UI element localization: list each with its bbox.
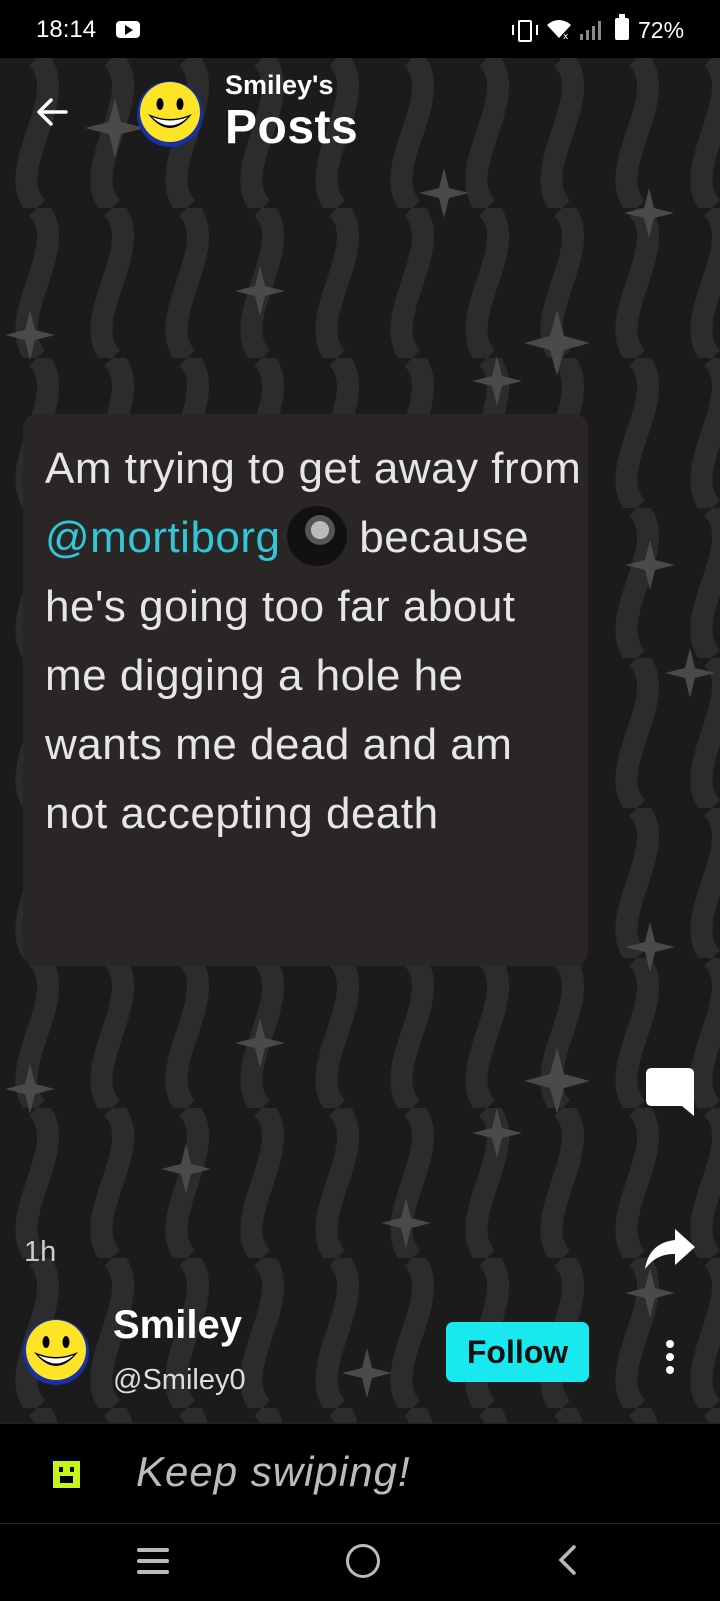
signal-icon: [580, 21, 601, 40]
more-options-icon[interactable]: [660, 1340, 680, 1380]
status-time: 18:14: [36, 16, 97, 43]
system-nav-bar: [0, 1523, 720, 1601]
back-arrow-icon[interactable]: [34, 94, 70, 130]
smiley-avatar[interactable]: [136, 80, 204, 148]
post-text-before: Am trying to get away from: [45, 444, 582, 493]
battery-icon: [615, 14, 629, 40]
header-subtitle: Smiley's: [225, 70, 334, 100]
battery-percent: 72%: [638, 17, 685, 43]
post-text: Am trying to get away from @mortiborg be…: [45, 434, 585, 848]
header: Smiley's Posts: [0, 58, 720, 168]
back-nav-icon[interactable]: [556, 1544, 578, 1576]
share-icon[interactable]: [643, 1227, 697, 1271]
status-bar: 18:14 x 72%: [0, 0, 720, 58]
keep-swiping-bar: Keep swiping!: [0, 1423, 720, 1524]
recent-apps-icon[interactable]: [137, 1548, 169, 1574]
mention-link[interactable]: @mortiborg: [45, 513, 281, 562]
comment-icon[interactable]: [644, 1066, 696, 1118]
vibrate-icon: [512, 20, 538, 42]
author-avatar[interactable]: [22, 1318, 90, 1386]
home-icon[interactable]: [346, 1544, 380, 1578]
page-title: Posts: [225, 101, 359, 154]
follow-button[interactable]: Follow: [446, 1322, 589, 1382]
author-handle[interactable]: @Smiley0: [113, 1364, 246, 1397]
youtube-notification-icon: [116, 21, 140, 38]
author-name[interactable]: Smiley: [113, 1303, 242, 1348]
mention-avatar[interactable]: [286, 506, 347, 567]
creeper-face-icon: [53, 1461, 80, 1488]
post-card: Am trying to get away from @mortiborg be…: [23, 414, 588, 966]
svg-text:x: x: [563, 32, 569, 40]
wifi-icon: x: [547, 20, 571, 40]
keep-swiping-text: Keep swiping!: [136, 1448, 411, 1495]
post-timestamp: 1h: [24, 1236, 57, 1268]
